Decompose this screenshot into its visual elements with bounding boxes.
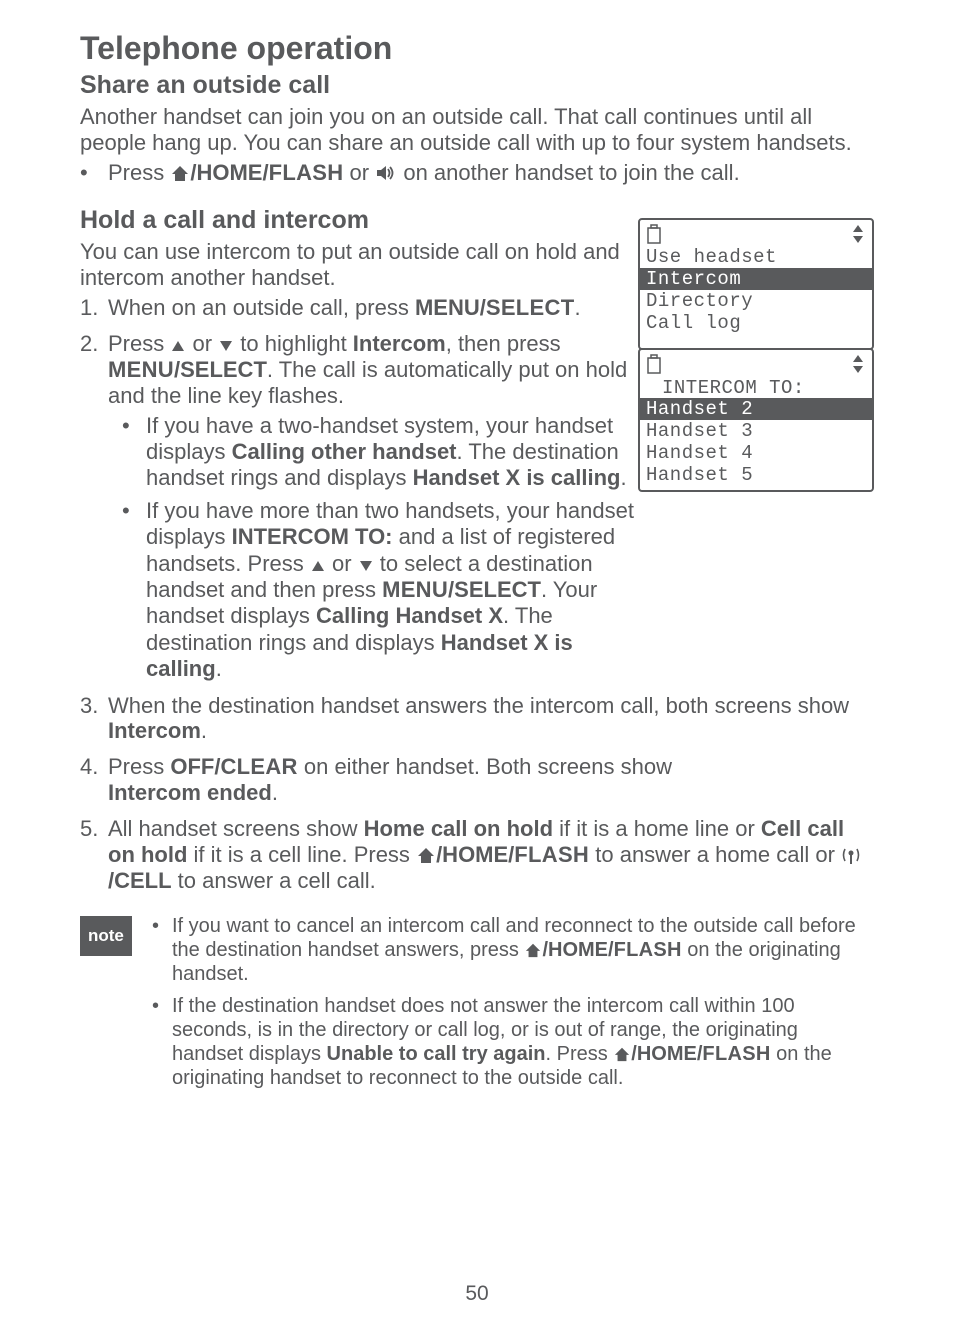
updown-arrows-icon [852, 354, 864, 374]
page-title: Telephone operation [80, 30, 874, 67]
lcd-screens: Use headset Intercom Directory Call log … [638, 218, 874, 490]
share-body: Another handset can join you on an outsi… [80, 104, 874, 156]
note-item-2: If the destination handset does not answ… [150, 994, 874, 1090]
home-icon [416, 846, 436, 864]
updown-arrows-icon [852, 224, 864, 244]
speaker-icon [375, 164, 397, 182]
lcd-row: Use headset [640, 246, 872, 268]
up-arrow-icon [170, 339, 186, 353]
lcd-title: INTERCOM TO: [640, 376, 872, 398]
battery-icon [646, 354, 662, 374]
battery-icon [646, 224, 662, 244]
lcd-row-selected: Handset 2 [640, 398, 872, 420]
down-arrow-icon [218, 339, 234, 353]
share-heading: Share an outside call [80, 71, 874, 100]
step-2-sub-2: If you have more than two handsets, your… [108, 498, 648, 683]
page-number: 50 [0, 1282, 954, 1306]
home-icon [170, 164, 190, 182]
lcd-row: Directory [640, 290, 872, 312]
home-icon [613, 1046, 631, 1062]
lcd-row: Handset 3 [640, 420, 872, 442]
step-2-sub-1: If you have a two-handset system, your h… [108, 413, 648, 492]
step-4: Press OFF/CLEAR on either handset. Both … [80, 754, 874, 806]
share-bullet: Press /HOME/FLASH or on another handset … [80, 160, 874, 186]
step-1: When on an outside call, press MENU/SELE… [80, 295, 648, 321]
up-arrow-icon [310, 559, 326, 573]
lcd-row-selected: Intercom [640, 268, 872, 290]
step-5: All handset screens show Home call on ho… [80, 816, 874, 894]
lcd-intercom: INTERCOM TO: Handset 2 Handset 3 Handset… [638, 348, 874, 492]
note-badge: note [80, 916, 132, 956]
lcd-menu: Use headset Intercom Directory Call log [638, 218, 874, 350]
note-block: note If you want to cancel an intercom c… [80, 914, 874, 1090]
lcd-row: Handset 5 [640, 464, 872, 486]
cell-antenna-icon [841, 846, 861, 864]
down-arrow-icon [358, 559, 374, 573]
lcd-row: Handset 4 [640, 442, 872, 464]
note-item-1: If you want to cancel an intercom call a… [150, 914, 874, 986]
step-2: Press or to highlight Intercom, then pre… [80, 331, 648, 683]
step-3: When the destination handset answers the… [80, 693, 874, 745]
home-icon [524, 942, 542, 958]
lcd-row: Call log [640, 312, 872, 334]
hold-intro: You can use intercom to put an outside c… [80, 239, 628, 291]
